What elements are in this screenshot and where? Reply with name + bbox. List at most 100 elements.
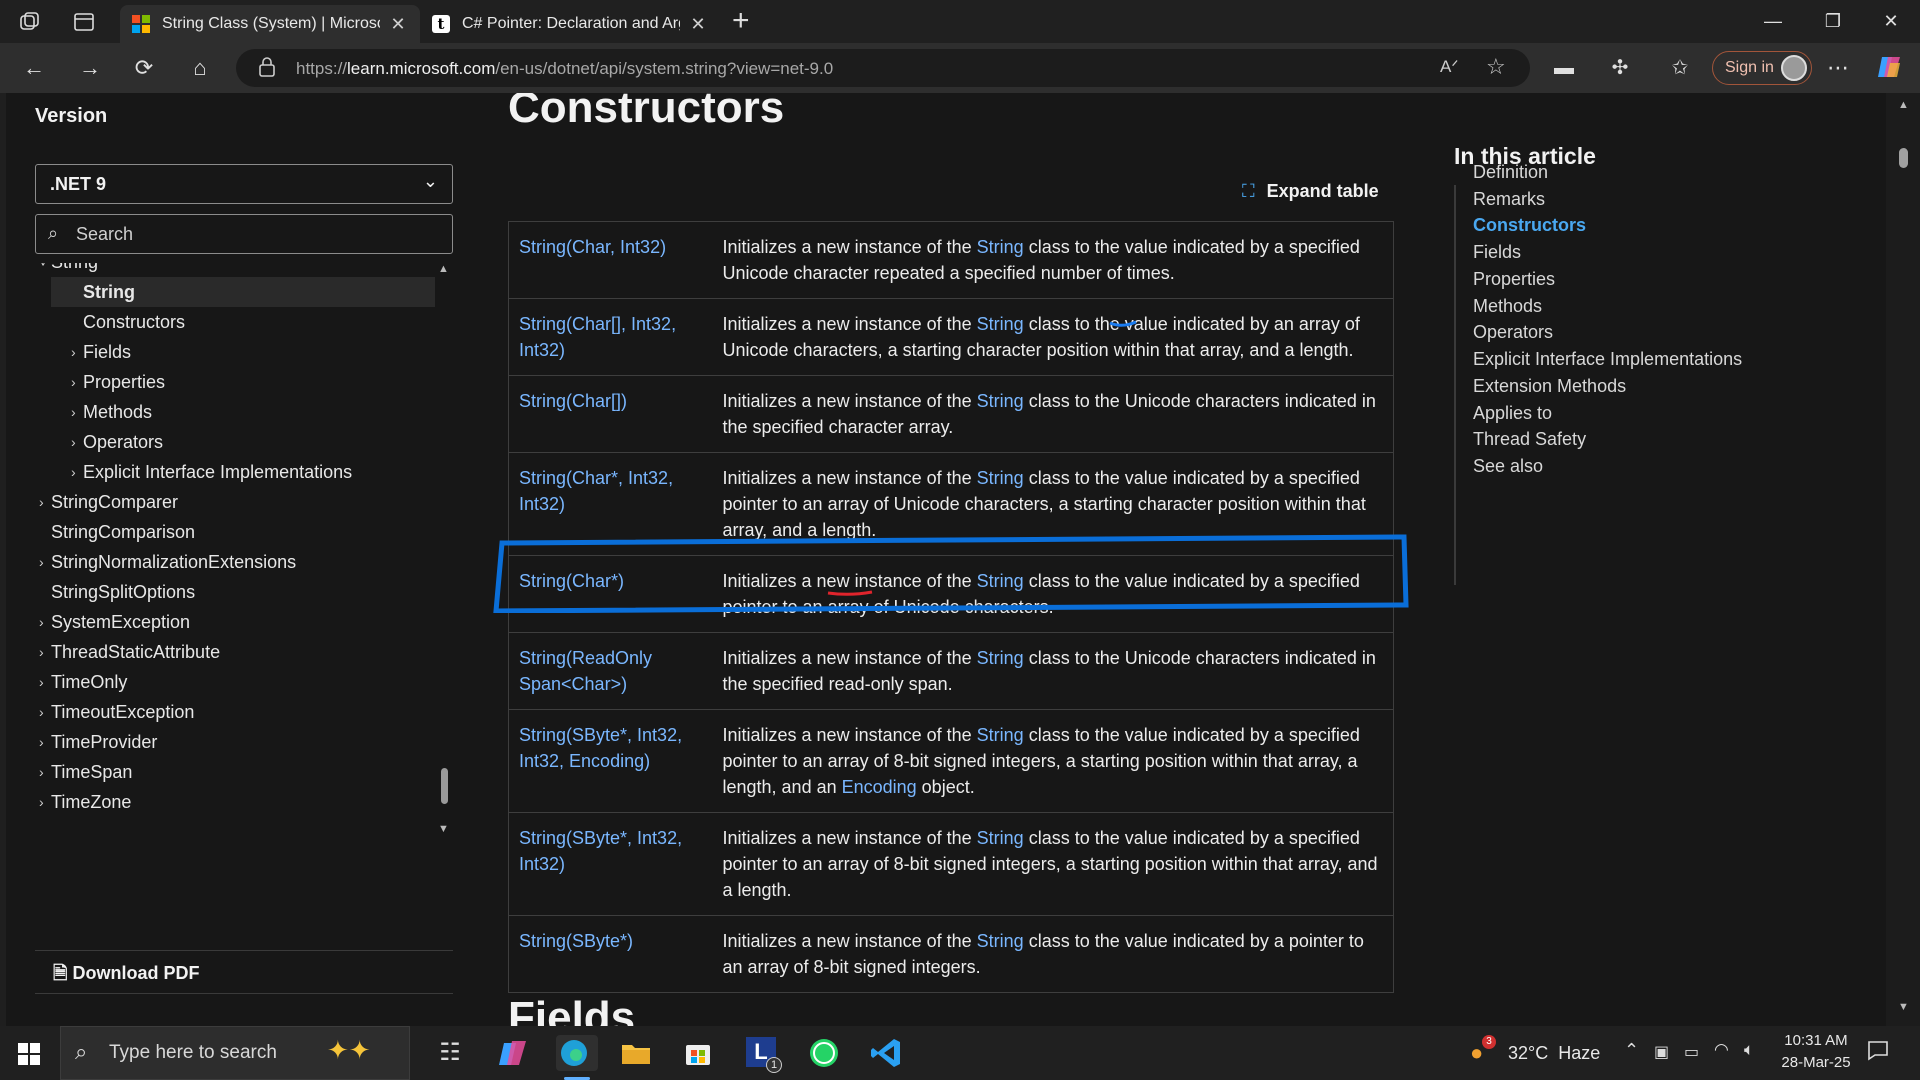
toc-scroll-thumb[interactable] — [441, 768, 448, 804]
vscode-icon[interactable] — [868, 1035, 904, 1071]
clock-date[interactable]: 28-Mar-25 — [1776, 1054, 1856, 1071]
toc-item-stringcomparer[interactable]: › StringComparer — [35, 487, 435, 517]
back-button[interactable]: ← — [18, 53, 50, 83]
scroll-up-arrow-icon[interactable]: ▲ — [1898, 99, 1909, 111]
show-hidden-icons-icon[interactable]: ⌃ — [1624, 1040, 1639, 1061]
string-type-link[interactable]: String — [977, 314, 1024, 334]
favorite-star-icon[interactable]: ☆ — [1486, 54, 1506, 80]
in-this-article-item[interactable]: Applies to — [1473, 403, 1552, 424]
scroll-down-arrow-icon[interactable]: ▼ — [1898, 1001, 1909, 1013]
constructor-signature-link[interactable]: String(SByte*, Int32, Int32, Encoding) — [508, 709, 713, 813]
refresh-button[interactable]: ⟳ — [128, 53, 160, 83]
toc-item-constructors[interactable]: Constructors — [51, 307, 441, 337]
in-this-article-item[interactable]: Definition — [1473, 162, 1548, 183]
toc-item-properties[interactable]: › Properties — [51, 367, 441, 397]
in-this-article-item[interactable]: See also — [1473, 456, 1543, 477]
meet-now-icon[interactable]: ▣ — [1654, 1042, 1669, 1062]
in-this-article-item[interactable]: Remarks — [1473, 189, 1545, 210]
constructor-signature-link[interactable]: String(SByte*, Int32, Int32) — [508, 812, 713, 916]
expand-table-button[interactable]: ⛶ Expand table — [1242, 181, 1379, 202]
download-pdf-link[interactable]: 🗎 Download PDF — [53, 961, 199, 991]
toc-item-timeonly[interactable]: › TimeOnly — [35, 667, 435, 697]
in-this-article-item[interactable]: Operators — [1473, 322, 1553, 343]
favorites-icon[interactable]: ✩ — [1664, 53, 1696, 83]
forward-button[interactable]: → — [74, 53, 106, 83]
url-text[interactable]: https://learn.microsoft.com/en-us/dotnet… — [296, 59, 833, 79]
wifi-icon[interactable]: ◠ — [1714, 1040, 1729, 1060]
toc-item-systemexception[interactable]: › SystemException — [35, 607, 435, 637]
toc-item-stringcomparison[interactable]: StringComparison — [35, 517, 435, 547]
notifications-icon[interactable] — [1866, 1038, 1890, 1067]
battery-icon[interactable]: ▭ — [1684, 1042, 1699, 1062]
encoding-type-link[interactable]: Encoding — [842, 777, 917, 797]
task-view-icon[interactable]: ☷ — [432, 1035, 468, 1071]
constructor-signature-link[interactable]: String(Char, Int32) — [508, 221, 713, 299]
copilot-icon[interactable] — [1876, 53, 1904, 86]
clock-time[interactable]: 10:31 AM — [1780, 1032, 1852, 1049]
workspaces-icon[interactable] — [18, 10, 42, 34]
in-this-article-item[interactable]: Properties — [1473, 269, 1555, 290]
scroll-down-arrow-icon[interactable]: ▼ — [438, 823, 449, 835]
in-this-article-item[interactable]: Extension Methods — [1473, 376, 1626, 397]
read-aloud-icon[interactable]: Aᐟ — [1440, 57, 1459, 77]
toc-item-threadstaticattribute[interactable]: › ThreadStaticAttribute — [35, 637, 435, 667]
toc-item-timeprovider[interactable]: › TimeProvider — [35, 727, 435, 757]
constructor-signature-link[interactable]: String(Char[]) — [508, 375, 713, 453]
close-tab-icon[interactable]: ✕ — [388, 14, 408, 35]
in-this-article-item[interactable]: Constructors — [1473, 215, 1586, 236]
edge-browser-icon[interactable] — [556, 1035, 598, 1080]
toc-item-operators[interactable]: › Operators — [51, 427, 441, 457]
launcher-app-icon[interactable]: L 1 — [744, 1035, 782, 1073]
constructor-signature-link[interactable]: String(Char[], Int32, Int32) — [508, 298, 713, 376]
scroll-up-arrow-icon[interactable]: ▲ — [438, 263, 449, 275]
toc-search-input[interactable]: ⌕ Search — [35, 214, 453, 254]
toc-item-timeoutexception[interactable]: › TimeoutException — [35, 697, 435, 727]
constructor-signature-link[interactable]: String(SByte*) — [508, 915, 713, 993]
home-button[interactable]: ⌂ — [184, 53, 216, 83]
string-type-link[interactable]: String — [977, 391, 1024, 411]
tab-actions-icon[interactable] — [72, 10, 96, 34]
maximize-button[interactable]: ❐ — [1808, 6, 1858, 36]
minimize-button[interactable]: — — [1748, 6, 1798, 36]
whatsapp-icon[interactable] — [806, 1035, 842, 1071]
toc-item-timezone[interactable]: › TimeZone — [35, 787, 435, 817]
file-explorer-icon[interactable] — [618, 1035, 654, 1071]
close-window-button[interactable]: ✕ — [1866, 6, 1916, 36]
constructor-signature-link[interactable]: String(ReadOnly Span<Char>) — [508, 632, 713, 710]
toc-item-explicit-interface[interactable]: › Explicit Interface Implementations — [51, 457, 441, 487]
immersive-reader-icon[interactable]: ▬ — [1548, 53, 1580, 83]
taskbar-search-input[interactable]: ⌕ Type here to search ✦✦ — [60, 1026, 410, 1080]
copilot-app-icon[interactable] — [496, 1035, 532, 1071]
string-type-link[interactable]: String — [977, 828, 1024, 848]
toc-item-stringsplitoptions[interactable]: StringSplitOptions — [35, 577, 435, 607]
extensions-icon[interactable]: ✣ — [1604, 53, 1636, 83]
toc-item-fields[interactable]: › Fields — [51, 337, 441, 367]
tab-string-class[interactable]: String Class (System) | Microsoft L ✕ — [120, 5, 420, 43]
tab-csharp-pointer[interactable]: t C# Pointer: Declaration and Argun ✕ — [420, 5, 720, 43]
microsoft-store-icon[interactable] — [680, 1035, 716, 1071]
in-this-article-item[interactable]: Thread Safety — [1473, 429, 1586, 450]
lock-icon[interactable] — [258, 57, 276, 82]
windows-start-icon[interactable] — [18, 1043, 40, 1070]
address-bar[interactable]: https://learn.microsoft.com/en-us/dotnet… — [236, 49, 1530, 87]
in-this-article-item[interactable]: Explicit Interface Implementations — [1473, 349, 1742, 370]
toc-item-methods[interactable]: › Methods — [51, 397, 441, 427]
version-select[interactable]: .NET 9 ⌄ — [35, 164, 453, 204]
toc-item-timespan[interactable]: › TimeSpan — [35, 757, 435, 787]
string-type-link[interactable]: String — [977, 931, 1024, 951]
in-this-article-item[interactable]: Fields — [1473, 242, 1521, 263]
toc-item-string-parent[interactable]: ˅ String — [35, 263, 435, 277]
page-scrollbar[interactable]: ▲ ▼ — [1886, 93, 1920, 1026]
new-tab-button[interactable]: + — [732, 4, 750, 38]
string-type-link[interactable]: String — [977, 237, 1024, 257]
sign-in-button[interactable]: Sign in — [1712, 51, 1812, 85]
toc-item-string[interactable]: String — [51, 277, 435, 307]
page-scroll-thumb[interactable] — [1899, 148, 1908, 168]
volume-icon[interactable]: 🔈︎ — [1744, 1040, 1754, 1060]
string-type-link[interactable]: String — [977, 725, 1024, 745]
weather-text[interactable]: 32°C Haze — [1508, 1043, 1600, 1064]
in-this-article-item[interactable]: Methods — [1473, 296, 1542, 317]
close-tab-icon[interactable]: ✕ — [688, 14, 708, 35]
more-menu-icon[interactable]: ⋯ — [1822, 53, 1854, 83]
toc-scrollbar[interactable]: ▲ ▼ — [436, 263, 453, 943]
